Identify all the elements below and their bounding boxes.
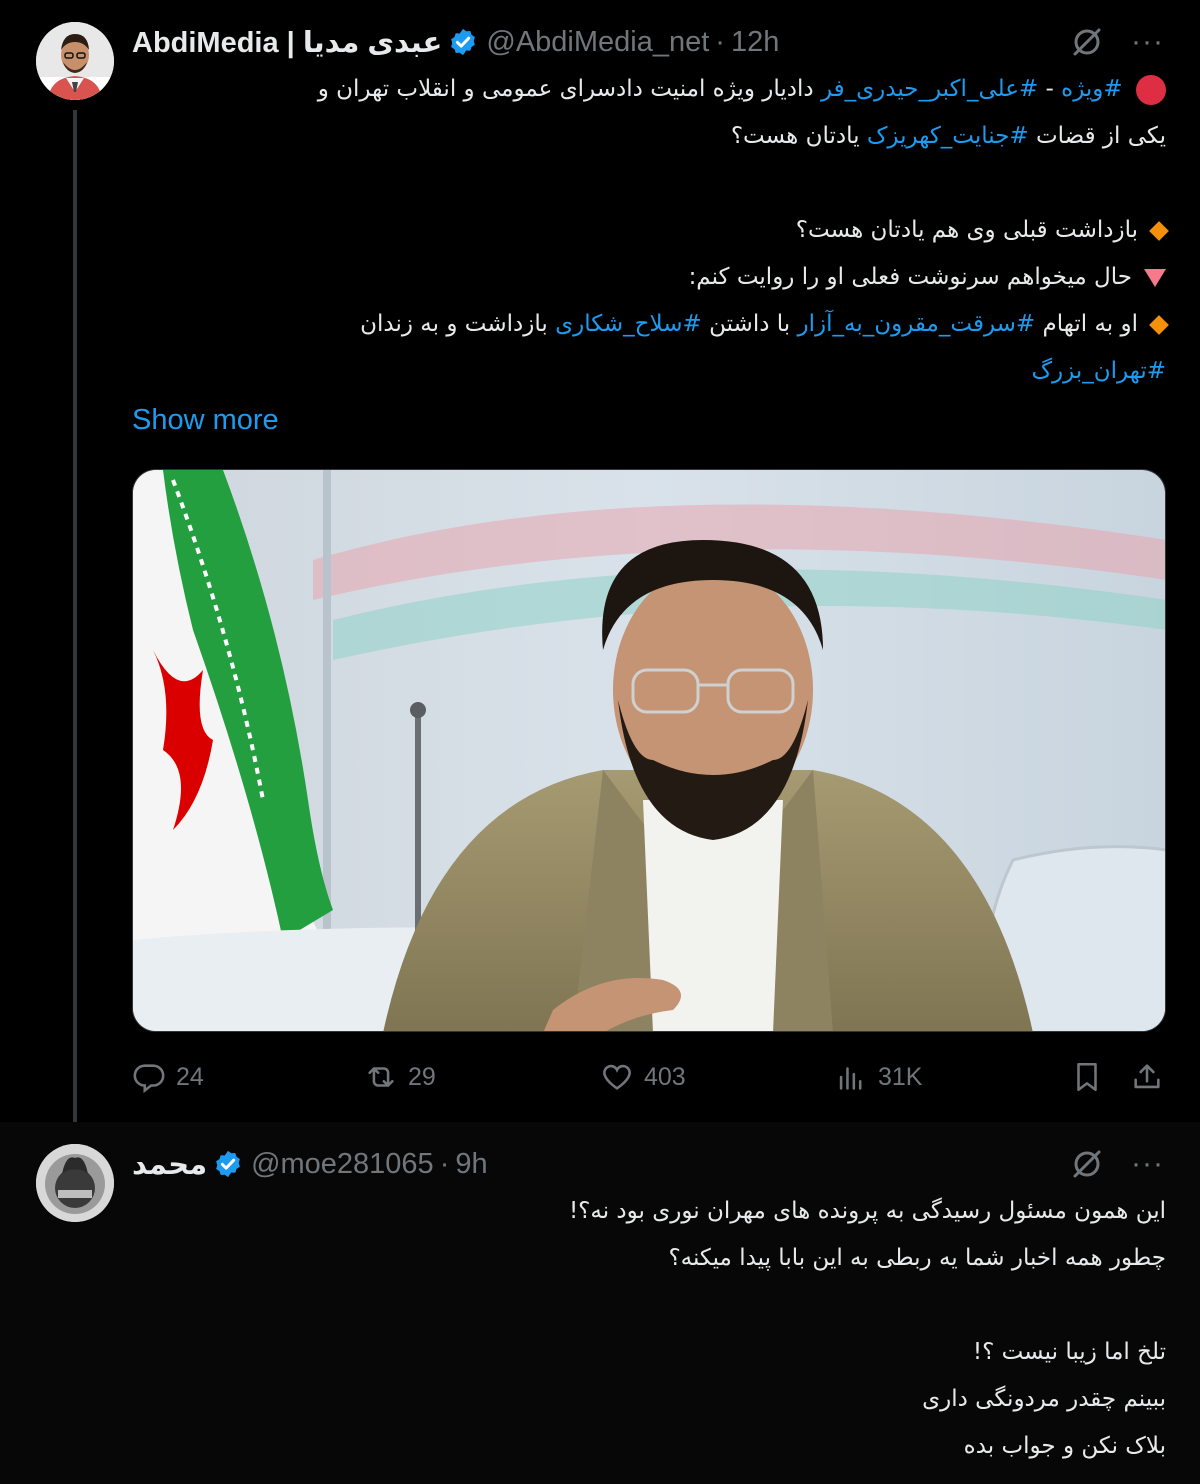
text-line-1: #ویژه - #علی_اکبر_حیدری_فر دادیار ویژه ا… <box>132 66 1166 113</box>
views-count: 31K <box>878 1062 923 1091</box>
display-name[interactable]: محمد <box>132 1147 207 1182</box>
action-bar: 24 29 403 31K <box>132 1060 1166 1100</box>
text-fragment: او به اتهام <box>1035 311 1138 337</box>
text-fragment: بازداشت و به زندان <box>360 311 556 337</box>
text-fragment: دادیار ویژه امنیت دادسرای عمومی و انقلاب… <box>317 76 821 102</box>
text-line-2: چطور همه اخبار شما یه ربطی به این بابا پ… <box>668 1245 1166 1271</box>
reply-icon <box>133 1064 165 1094</box>
share-button[interactable] <box>1130 1060 1164 1094</box>
hashtag[interactable]: #ویژه <box>1061 76 1123 102</box>
hashtag[interactable]: #علی_اکبر_حیدری_فر <box>821 76 1038 102</box>
views-button[interactable]: 31K <box>834 1060 922 1094</box>
hashtag[interactable]: #تهران_بزرگ <box>1031 358 1166 384</box>
show-more-link[interactable]: Show more <box>132 404 279 437</box>
separator: · <box>439 1147 450 1180</box>
handle[interactable]: @AbdiMedia_net <box>486 26 709 59</box>
tweet-header: محمد @moe281065 · 9h <box>132 1144 488 1184</box>
reply-tweet[interactable]: محمد @moe281065 · 9h ··· این همون مسئول … <box>0 1122 1200 1484</box>
like-button[interactable]: 403 <box>600 1060 686 1094</box>
text-line-6: بلاک نکن و جواب بده <box>963 1433 1166 1459</box>
verified-badge-icon <box>216 1150 240 1178</box>
text-fragment: بازداشت قبلی وی هم یادتان هست؟ <box>795 217 1138 243</box>
tweet-image[interactable] <box>132 469 1166 1032</box>
verified-badge-icon <box>451 28 476 56</box>
text-fragment: با داشتن <box>701 311 798 337</box>
bookmark-icon <box>1077 1062 1097 1092</box>
separator: · <box>715 25 725 58</box>
handle[interactable]: @moe281065 <box>251 1148 434 1181</box>
repost-icon <box>368 1067 394 1087</box>
like-icon <box>603 1064 631 1090</box>
hashtag[interactable]: #سلاح_شکاری <box>555 311 702 337</box>
text-line-5: ببینم چقدر مردونگی داری <box>922 1386 1166 1412</box>
text-line-1: این همون مسئول رسیدگی به پرونده های مهرا… <box>568 1198 1166 1224</box>
bookmark-button[interactable] <box>1070 1060 1104 1094</box>
like-count: 403 <box>644 1062 686 1091</box>
text-fragment: - <box>1038 76 1062 102</box>
share-icon <box>1134 1064 1160 1089</box>
orange-diamond-icon <box>1149 314 1169 335</box>
red-triangle-down-icon <box>1144 268 1166 287</box>
text-line-6: او به اتهام #سرقت_مقرون_به_آزار با داشتن… <box>132 301 1169 348</box>
repost-count: 29 <box>408 1062 436 1091</box>
hashtag[interactable]: #سرقت_مقرون_به_آزار <box>798 311 1036 337</box>
text-line-4: بازداشت قبلی وی هم یادتان هست؟ <box>132 207 1169 254</box>
timestamp[interactable]: 9h <box>455 1148 487 1181</box>
hashtag[interactable]: #جنایت_کهریزک <box>867 123 1029 149</box>
reply-count: 24 <box>176 1062 204 1091</box>
repost-button[interactable]: 29 <box>364 1060 436 1094</box>
thread-line <box>73 110 77 1122</box>
more-icon[interactable]: ··· <box>1131 27 1164 57</box>
text-fragment: یکی از قضات <box>1028 123 1166 149</box>
views-icon <box>839 1067 862 1090</box>
red-circle-icon <box>1136 74 1166 105</box>
text-fragment: حال میخواهم سرنوشت فعلی او را روایت کنم: <box>688 264 1132 290</box>
text-line-5: حال میخواهم سرنوشت فعلی او را روایت کنم: <box>132 254 1166 301</box>
timestamp[interactable]: 12h <box>731 26 779 59</box>
text-line-2: یکی از قضات #جنایت_کهریزک یادتان هست؟ <box>132 113 1166 160</box>
header-actions: ··· <box>1069 1146 1164 1182</box>
tweet-text: #ویژه - #علی_اکبر_حیدری_فر دادیار ویژه ا… <box>132 66 1169 395</box>
text-line-4: تلخ اما زیبا نیست ؟! <box>972 1339 1166 1365</box>
avatar[interactable] <box>36 22 114 100</box>
header-actions: ··· <box>1069 24 1164 60</box>
orange-diamond-icon <box>1149 220 1169 241</box>
text-line-7: #تهران_بزرگ <box>132 348 1166 395</box>
text-fragment: یادتان هست؟ <box>730 123 867 149</box>
grok-icon[interactable] <box>1069 24 1105 60</box>
tweet[interactable]: AbdiMedia | عبدی مدیا @AbdiMedia_net · 1… <box>0 0 1200 1122</box>
more-icon[interactable]: ··· <box>1131 1149 1164 1179</box>
grok-icon[interactable] <box>1069 1146 1105 1182</box>
reply-button[interactable]: 24 <box>132 1060 204 1094</box>
tweet-header: AbdiMedia | عبدی مدیا @AbdiMedia_net · 1… <box>132 22 779 62</box>
avatar[interactable] <box>36 1144 114 1222</box>
tweet-text: این همون مسئول رسیدگی به پرونده های مهرا… <box>132 1188 1166 1470</box>
display-name[interactable]: AbdiMedia | عبدی مدیا <box>132 25 442 60</box>
